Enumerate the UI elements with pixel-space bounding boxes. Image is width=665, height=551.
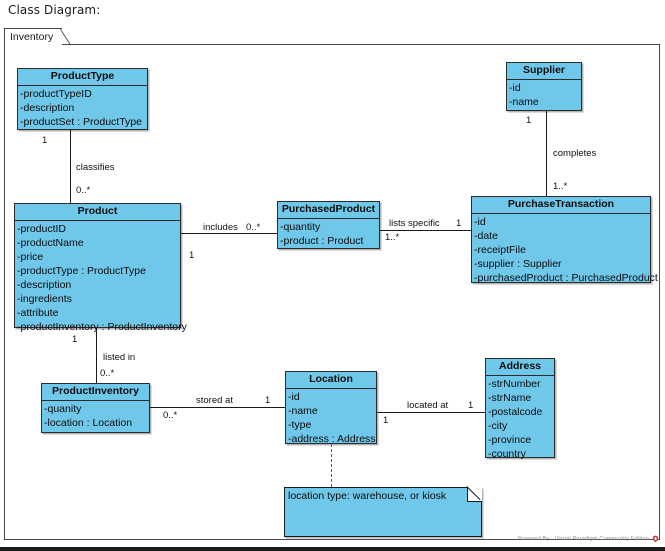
note-anchor-line [331, 444, 332, 487]
class-attribute: -strNumber [488, 378, 541, 390]
class-attribute: -productTypeID [20, 88, 92, 100]
bottom-bar [0, 547, 665, 551]
class-attribute: -name [509, 96, 539, 108]
class-name-producttype: ProductType [18, 69, 147, 86]
class-name-product: Product [15, 204, 180, 221]
class-attribute: -city [488, 420, 508, 432]
multiplicity-located-at-source: 1 [383, 415, 389, 426]
association-label-stored-at: stored at [196, 395, 233, 406]
association-label-completes: completes [553, 148, 597, 159]
multiplicity-classifies-source: 1 [42, 135, 48, 146]
association-line-listed-in[interactable] [96, 328, 97, 383]
class-attribute: -id [509, 82, 521, 94]
class-attribute: -receiptFile [474, 244, 526, 256]
class-attribute: -id [288, 391, 300, 403]
class-box-supplier[interactable]: Supplier -id -name [506, 62, 582, 111]
class-name-productinventory: ProductInventory [42, 384, 149, 401]
class-attributes-address: -strNumber -strName -postalcode -city -p… [486, 376, 554, 463]
class-name-location: Location [286, 372, 376, 389]
class-attribute: -product : Product [280, 235, 364, 247]
class-attribute: -ingredients [17, 293, 72, 305]
multiplicity-lists-specific-target: 1 [456, 218, 462, 229]
class-attribute: -productType : ProductType [17, 265, 146, 277]
class-name-purchasedproduct: PurchasedProduct [278, 202, 379, 219]
class-attribute: -description [20, 102, 75, 114]
class-attributes-supplier: -id -name [507, 80, 581, 111]
class-attributes-location: -id -name -type -address : Address [286, 389, 376, 448]
multiplicity-stored-at-source: 0..* [163, 410, 178, 421]
class-box-address[interactable]: Address -strNumber -strName -postalcode … [485, 358, 555, 460]
class-attribute: -postalcode [488, 406, 543, 418]
association-line-includes[interactable] [181, 233, 277, 234]
class-attribute: -strName [488, 392, 532, 404]
class-attribute: -productName [17, 237, 84, 249]
watermark: Powered By : Visual Paradigm Community E… [518, 535, 659, 543]
class-box-purchasetransaction[interactable]: PurchaseTransaction -id -date -receiptFi… [471, 196, 658, 284]
package-tab-slant-icon [60, 29, 71, 45]
multiplicity-lists-specific-source: 1..* [385, 232, 400, 243]
class-attribute: -description [17, 279, 72, 291]
multiplicity-completes-target: 1..* [553, 181, 568, 192]
note-text: location type: warehouse, or kiosk [288, 490, 447, 502]
class-attribute: -id [474, 216, 486, 228]
multiplicity-classifies-target: 0..* [76, 185, 91, 196]
multiplicity-listed-in-source: 1 [72, 334, 78, 345]
association-label-located-at: located at [407, 400, 449, 411]
note-box[interactable]: location type: warehouse, or kiosk [284, 487, 482, 537]
class-name-supplier: Supplier [507, 63, 581, 80]
package-name-label: Inventory [10, 31, 54, 43]
multiplicity-listed-in-target: 0..* [100, 368, 115, 379]
class-attribute: -quantity [280, 221, 321, 233]
class-name-address: Address [486, 359, 554, 376]
class-box-productinventory[interactable]: ProductInventory -quanity -location : Lo… [41, 383, 150, 433]
note-fold-corner-icon [467, 487, 482, 502]
diagram-canvas: Class Diagram: Inventory ProductType -pr… [0, 0, 665, 551]
class-attributes-producttype: -productTypeID -description -productSet … [18, 86, 147, 131]
class-attributes-productinventory: -quanity -location : Location [42, 401, 149, 432]
association-label-classifies: classifies [76, 162, 115, 173]
class-attribute: -province [488, 434, 532, 446]
class-attribute: -productSet : ProductType [20, 116, 142, 128]
class-box-producttype[interactable]: ProductType -productTypeID -description … [17, 68, 148, 130]
class-attribute: -quanity [44, 403, 82, 415]
class-box-location[interactable]: Location -id -name -type -address : Addr… [285, 371, 377, 445]
class-attribute: -location : Location [44, 417, 133, 429]
watermark-text: Powered By : Visual Paradigm Community E… [517, 536, 649, 542]
class-attributes-purchasetransaction: -id -date -receiptFile -supplier : Suppl… [472, 214, 658, 287]
class-attributes-purchasedproduct: -quantity -product : Product [278, 219, 379, 250]
class-attribute: -productInventory : ProductInventory [17, 321, 187, 333]
class-attribute: -date [474, 230, 498, 242]
multiplicity-completes-source: 1 [526, 115, 532, 126]
class-attribute: -attribute [17, 307, 59, 319]
association-line-lists-specific[interactable] [380, 230, 471, 231]
class-attribute: -type [288, 419, 312, 431]
class-name-purchasetransaction: PurchaseTransaction [472, 197, 650, 214]
association-label-listed-in: listed in [103, 352, 136, 363]
class-attribute: -productID [17, 223, 67, 235]
class-attribute: -name [288, 405, 318, 417]
class-attribute: -purchasedProduct : PurchasedProduct [474, 272, 658, 284]
page-title: Class Diagram: [8, 3, 101, 17]
association-label-lists-specific: lists specific [389, 218, 440, 229]
association-line-completes[interactable] [546, 111, 547, 196]
class-attribute: -supplier : Supplier [474, 258, 562, 270]
class-box-product[interactable]: Product -productID -productName -price -… [14, 203, 187, 333]
class-attribute: -country [488, 448, 526, 460]
association-line-located-at[interactable] [377, 412, 485, 413]
multiplicity-located-at-target: 1 [468, 400, 474, 411]
association-label-includes: includes [203, 222, 238, 233]
multiplicity-stored-at-target: 1 [265, 395, 271, 406]
package-tab-joiner [5, 44, 61, 46]
visual-paradigm-logo-icon [652, 535, 659, 543]
multiplicity-includes-target: 0..* [246, 222, 261, 233]
association-line-stored-at[interactable] [150, 407, 285, 408]
class-attributes-product: -productID -productName -price -productT… [15, 221, 187, 336]
multiplicity-includes-source: 1 [189, 250, 195, 261]
association-line-classifies[interactable] [70, 130, 71, 204]
class-attribute: -price [17, 251, 44, 263]
class-box-purchasedproduct[interactable]: PurchasedProduct -quantity -product : Pr… [277, 201, 380, 249]
